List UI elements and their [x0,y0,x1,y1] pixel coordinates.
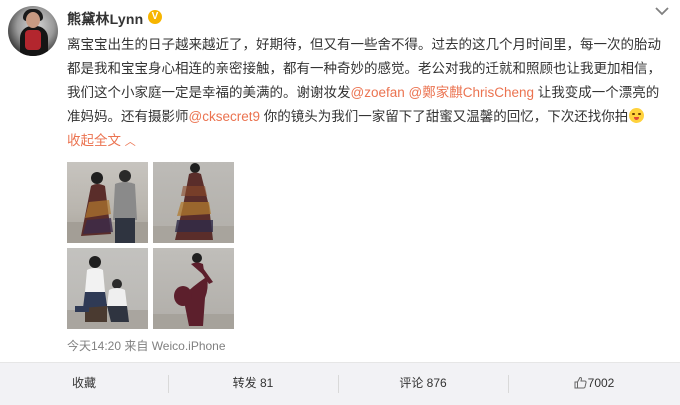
photo-thumbnail[interactable] [67,248,148,329]
favorite-button[interactable]: 收藏 [0,363,168,405]
post-text-segment: 你的镜头为我们一家留下了甜蜜又温馨的回忆，下次还找你拍 [259,109,629,124]
collapse-label: 收起全文 [67,133,121,148]
favorite-label: 收藏 [71,376,96,390]
collapse-link[interactable]: 收起全文 ︿ [67,133,136,148]
post-timestamp: 今天14:20 来自 Weico.iPhone [67,339,226,353]
repost-button[interactable]: 转发 81 [168,363,338,405]
photo-thumbnail[interactable] [67,162,148,243]
photo-grid [67,162,237,330]
avatar[interactable] [8,6,58,56]
comment-label: 评论 876 [399,376,447,390]
mention-link[interactable]: @cksecret9 [189,109,260,124]
mention-link[interactable]: @zoefan [351,85,405,100]
like-count: 7002 [587,376,615,390]
thumbs-up-icon [574,376,587,389]
grin-emoji-icon [629,108,645,123]
verified-badge-icon: V [148,10,162,24]
action-bar: 收藏 转发 81 评论 876 7002 [0,362,680,405]
chevron-up-icon: ︿ [124,136,136,148]
comment-button[interactable]: 评论 876 [338,363,508,405]
chevron-down-icon[interactable] [654,5,670,17]
weibo-post-card: 熊黛林Lynn V 离宝宝出生的日子越来越近了，好期待，但又有一些舍不得。过去的… [0,0,680,405]
photo-thumbnail[interactable] [153,162,234,243]
photo-thumbnail[interactable] [153,248,234,329]
mention-link[interactable]: @鄭家麒ChrisCheng [409,85,535,100]
like-button[interactable]: 7002 [508,363,680,405]
post-text: 离宝宝出生的日子越来越近了，好期待，但又有一些舍不得。过去的这几个月时间里，每一… [67,33,667,154]
repost-label: 转发 81 [232,376,274,390]
username[interactable]: 熊黛林Lynn [67,9,143,29]
